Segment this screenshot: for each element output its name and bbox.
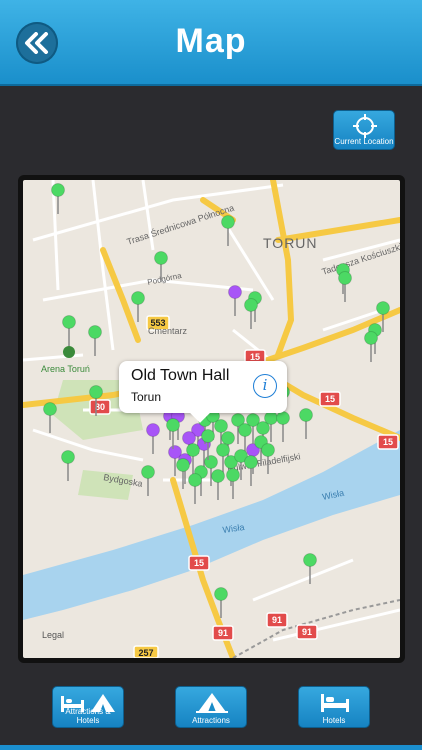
hotel-pin[interactable] [228,285,242,317]
attraction-pin[interactable] [131,291,145,323]
route-257-label: 257 [138,648,153,658]
podgorna-label: Podgórna [147,271,183,287]
attraction-pin[interactable] [226,468,240,500]
route-15-label: 15 [383,437,393,447]
route-91-label: 91 [302,627,312,637]
tab-label: Attractions [192,716,230,725]
attraction-pin[interactable] [276,411,290,443]
route-15-label: 15 [325,394,335,404]
attraction-pin[interactable] [338,271,352,303]
tab-label: Attractions & Hotels [65,707,111,725]
bottom-tab-bar: Attractions & Hotels Attractions Hotels [0,672,422,750]
attraction-pin[interactable] [299,408,313,440]
tab-attractions-hotels[interactable]: Attractions & Hotels [52,686,124,728]
torun-label: TORUN [263,235,318,251]
attraction-pin[interactable] [176,458,190,490]
info-icon[interactable]: i [253,374,277,398]
attraction-pin[interactable] [211,469,225,501]
attraction-pin[interactable] [141,465,155,497]
header-bar: Map [0,0,422,86]
arena-icon [63,346,75,358]
current-location-button[interactable]: Current Location [333,110,395,150]
attraction-pin[interactable] [221,215,235,247]
tadeusza-label: Tadeusza Kościuszki [321,242,400,277]
current-location-label: Current Location [334,137,394,146]
route-15-label: 15 [194,558,204,568]
tab-label: Hotels [322,716,346,725]
bed-icon [321,694,349,712]
arena-label: Arena Toruń [41,364,90,374]
tab-hotels[interactable]: Hotels [298,686,370,728]
tent-icon [196,693,228,713]
callout-subtitle: Torun [131,390,162,404]
attraction-pin[interactable] [188,473,202,505]
cmentarz-label: Cmentarz [148,326,188,336]
crosshair-icon [353,114,377,138]
attraction-pin[interactable] [61,450,75,482]
map-view[interactable]: 553 15 15 15 15 80 91 91 91 257 TORUN Tr… [23,180,400,658]
legal-link[interactable]: Legal [42,630,64,640]
route-91-label: 91 [272,615,282,625]
tab-attractions[interactable]: Attractions [175,686,247,728]
bottom-accent-strip [0,745,422,750]
attraction-pin[interactable] [43,402,57,434]
callout-title: Old Town Hall [131,367,230,384]
page-title: Map [175,22,247,60]
hotel-pin[interactable] [146,423,160,455]
route-91-label: 91 [218,628,228,638]
map-canvas[interactable]: 553 15 15 15 15 80 91 91 91 257 TORUN Tr… [23,180,400,658]
map-frame: 553 15 15 15 15 80 91 91 91 257 TORUN Tr… [18,175,405,663]
poi-callout[interactable]: Old Town Hall Torun i [119,361,287,423]
attraction-pin[interactable] [88,325,102,357]
attraction-pin[interactable] [62,315,76,347]
